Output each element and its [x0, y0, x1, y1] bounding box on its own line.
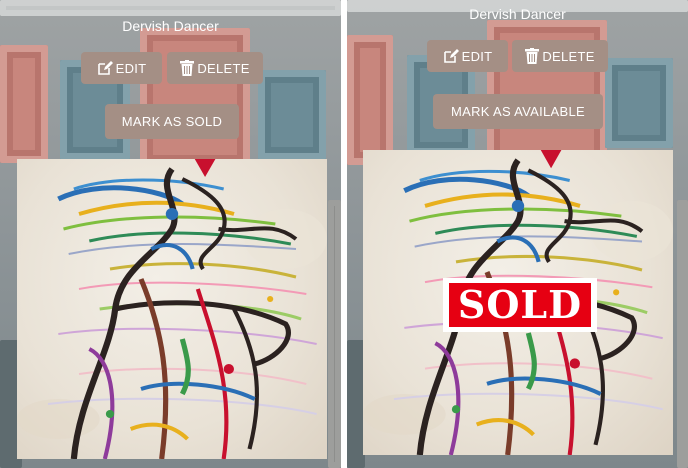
- listing-card-right: Dervish Dancer EDIT DELETE MARK AS AVAIL…: [347, 0, 688, 468]
- sold-badge-text: SOLD: [449, 283, 591, 327]
- backdrop-door: [140, 28, 250, 168]
- edit-label: EDIT: [461, 48, 493, 64]
- edit-icon: [97, 60, 113, 76]
- artwork-image[interactable]: [17, 159, 327, 459]
- delete-button[interactable]: DELETE: [167, 52, 263, 84]
- backdrop-door: [605, 58, 673, 148]
- backdrop-strip: [0, 0, 341, 16]
- edit-button[interactable]: EDIT: [427, 40, 508, 72]
- edit-icon: [443, 48, 459, 64]
- mark-as-sold-button[interactable]: MARK AS SOLD: [105, 104, 239, 139]
- edit-button[interactable]: EDIT: [81, 52, 162, 84]
- delete-button[interactable]: DELETE: [512, 40, 608, 72]
- sold-badge: SOLD: [443, 278, 597, 332]
- artwork-title: Dervish Dancer: [122, 18, 219, 34]
- backdrop-post: [328, 200, 341, 468]
- backdrop-door: [0, 45, 48, 163]
- mark-as-available-button[interactable]: MARK AS AVAILABLE: [433, 94, 603, 129]
- delete-label: DELETE: [197, 60, 250, 76]
- artwork-image[interactable]: SOLD: [363, 150, 673, 455]
- backdrop-post: [677, 200, 688, 468]
- artwork-title: Dervish Dancer: [469, 6, 566, 22]
- backdrop-door: [258, 70, 326, 160]
- delete-label: DELETE: [542, 48, 595, 64]
- edit-label: EDIT: [115, 60, 147, 76]
- trash-icon: [525, 48, 540, 64]
- backdrop-door: [347, 35, 393, 165]
- listing-card-left: Dervish Dancer EDIT DELETE MARK AS SOLD: [0, 0, 341, 468]
- trash-icon: [180, 60, 195, 76]
